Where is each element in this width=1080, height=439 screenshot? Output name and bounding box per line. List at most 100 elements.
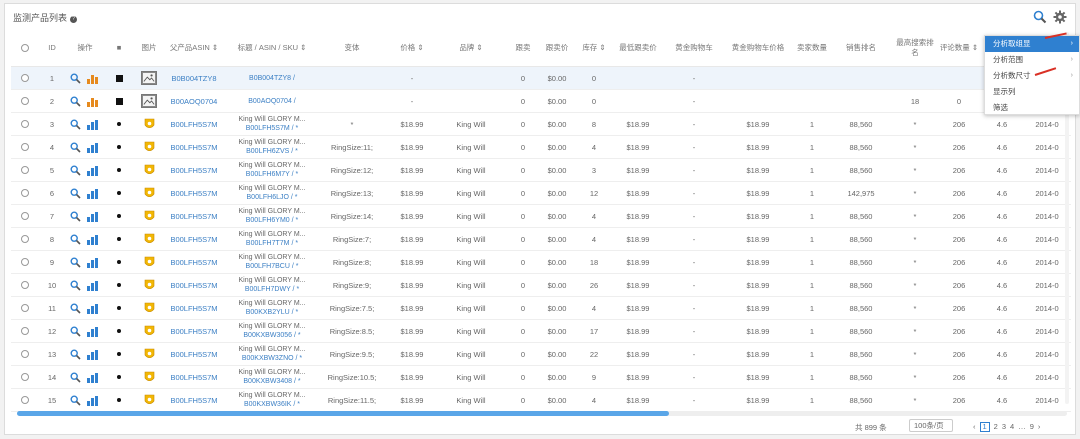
- magnifier-icon[interactable]: [70, 187, 81, 199]
- bar-chart-icon[interactable]: [87, 211, 100, 222]
- column-header-stock[interactable]: 库存 ⇕: [579, 30, 609, 66]
- cell-parent[interactable]: B00LFH5S7M: [161, 159, 227, 181]
- row-select-radio[interactable]: [21, 281, 29, 289]
- bar-chart-icon[interactable]: [87, 234, 100, 245]
- product-thumbnail-icon[interactable]: [144, 233, 155, 246]
- column-header-c3[interactable]: 最低跟卖价: [611, 30, 665, 66]
- dropdown-item[interactable]: 分析范围 ›: [985, 52, 1079, 68]
- table-row[interactable]: 14 B00LFH5S7M King Will GLORY M... B00KXBW3…: [11, 366, 1071, 389]
- magnifier-icon[interactable]: [70, 325, 81, 337]
- cell-parent[interactable]: B00LFH5S7M: [161, 136, 227, 158]
- product-thumbnail-icon[interactable]: [144, 348, 155, 361]
- magnifier-icon[interactable]: [70, 371, 81, 383]
- table-row[interactable]: 6 B00LFH5S7M King Will GLORY M... B00LFH6LJ…: [11, 182, 1071, 205]
- column-header-sel[interactable]: [15, 30, 35, 66]
- product-thumbnail-icon[interactable]: [144, 279, 155, 292]
- product-asin-link[interactable]: B00LFH6M7Y / *: [246, 170, 298, 179]
- product-asin-link[interactable]: B00LFH6LJO / *: [247, 193, 298, 202]
- product-asin-link[interactable]: B00LFH5S7M / *: [246, 124, 299, 133]
- bar-chart-icon[interactable]: [87, 142, 100, 153]
- table-row[interactable]: 3 B00LFH5S7M King Will GLORY M... B00LFH5S7…: [11, 113, 1071, 136]
- column-header-c6[interactable]: 卖家数量: [795, 30, 829, 66]
- bar-chart-icon[interactable]: [87, 280, 100, 291]
- cell-parent[interactable]: B00LFH5S7M: [161, 251, 227, 273]
- page-link[interactable]: ›: [1038, 422, 1041, 432]
- cell-parent[interactable]: B00LFH5S7M: [161, 182, 227, 204]
- column-header-c7[interactable]: 销售排名: [831, 30, 891, 66]
- row-select-radio[interactable]: [21, 235, 29, 243]
- product-thumbnail-icon[interactable]: [144, 164, 155, 177]
- product-asin-link[interactable]: B00KXBW36IK / *: [244, 400, 300, 409]
- row-select-radio[interactable]: [21, 97, 29, 105]
- dropdown-item[interactable]: 显示列: [985, 84, 1079, 100]
- magnifier-icon[interactable]: [70, 256, 81, 268]
- dropdown-item[interactable]: 分析数尺寸 ›: [985, 68, 1079, 84]
- cell-parent[interactable]: B0B004TZY8: [161, 67, 227, 89]
- row-select-radio[interactable]: [21, 120, 29, 128]
- product-asin-link[interactable]: B00LFH6ZVS / *: [246, 147, 298, 156]
- row-select-radio[interactable]: [21, 373, 29, 381]
- bar-chart-icon[interactable]: [87, 165, 100, 176]
- table-row[interactable]: 8 B00LFH5S7M King Will GLORY M... B00LFH7T7…: [11, 228, 1071, 251]
- column-header-brand[interactable]: 品牌 ⇕: [439, 30, 503, 66]
- product-thumbnail-icon[interactable]: [144, 118, 155, 131]
- column-header-c1[interactable]: 跟卖: [509, 30, 537, 66]
- magnifier-icon[interactable]: [70, 233, 81, 245]
- table-row[interactable]: 2 B00AOQ0704 B00AOQ0704 / - 0 $0.00 0 - 18 0: [11, 90, 1071, 113]
- search-icon[interactable]: [1033, 10, 1047, 24]
- gear-icon[interactable]: [1053, 10, 1067, 24]
- cell-parent[interactable]: B00AOQ0704: [161, 90, 227, 112]
- product-thumbnail-icon[interactable]: [144, 256, 155, 269]
- row-select-radio[interactable]: [21, 258, 29, 266]
- row-select-radio[interactable]: [21, 396, 29, 404]
- magnifier-icon[interactable]: [70, 210, 81, 222]
- row-select-radio[interactable]: [21, 327, 29, 335]
- page-link[interactable]: 1: [979, 422, 990, 432]
- bar-chart-icon[interactable]: [87, 188, 100, 199]
- cell-parent[interactable]: B00LFH5S7M: [161, 228, 227, 250]
- magnifier-icon[interactable]: [70, 348, 81, 360]
- bar-chart-icon[interactable]: [87, 372, 100, 383]
- column-header-img[interactable]: 图片: [135, 30, 163, 66]
- cell-parent[interactable]: B00LFH5S7M: [161, 343, 227, 365]
- column-header-c8[interactable]: 最高搜索排名: [895, 30, 935, 66]
- magnifier-icon[interactable]: [70, 164, 81, 176]
- product-asin-link[interactable]: B00KXBW3ZNO / *: [242, 354, 302, 363]
- column-header-ops[interactable]: 操作: [63, 30, 107, 66]
- row-select-radio[interactable]: [21, 350, 29, 358]
- page-link[interactable]: 3: [1002, 422, 1006, 432]
- bar-chart-icon[interactable]: [87, 326, 100, 337]
- table-row[interactable]: 9 B00LFH5S7M King Will GLORY M... B00LFH7BC…: [11, 251, 1071, 274]
- bar-chart-icon[interactable]: [87, 119, 100, 130]
- column-header-var[interactable]: 变体: [319, 30, 385, 66]
- product-thumbnail-icon[interactable]: [144, 187, 155, 200]
- magnifier-icon[interactable]: [70, 118, 81, 130]
- column-header-c4[interactable]: 黄金购物车: [667, 30, 721, 66]
- dropdown-item[interactable]: 分析取组显 ›: [985, 36, 1079, 52]
- page-link[interactable]: ‹: [973, 422, 976, 432]
- table-row[interactable]: 11 B00LFH5S7M King Will GLORY M... B00KXB2Y…: [11, 297, 1071, 320]
- table-row[interactable]: 12 B00LFH5S7M King Will GLORY M... B00KXBW3…: [11, 320, 1071, 343]
- product-asin-link[interactable]: B00KXBW3408 / *: [243, 377, 300, 386]
- product-asin-link[interactable]: B0B004TZY8 /: [249, 74, 295, 83]
- dropdown-item[interactable]: 筛选: [985, 100, 1079, 116]
- row-select-radio[interactable]: [21, 189, 29, 197]
- bar-chart-icon[interactable]: [87, 73, 100, 84]
- magnifier-icon[interactable]: [70, 302, 81, 314]
- page-link[interactable]: …: [1018, 422, 1026, 432]
- column-header-c5[interactable]: 黄金购物车价格: [723, 30, 793, 66]
- bar-chart-icon[interactable]: [87, 395, 100, 406]
- question-circle-icon[interactable]: ?: [70, 16, 78, 23]
- magnifier-icon[interactable]: [70, 394, 81, 406]
- bar-chart-icon[interactable]: [87, 96, 100, 107]
- cell-parent[interactable]: B00LFH5S7M: [161, 320, 227, 342]
- column-header-price[interactable]: 价格 ⇕: [391, 30, 433, 66]
- product-thumbnail-icon[interactable]: [144, 141, 155, 154]
- product-asin-link[interactable]: B00LFH7DWY / *: [245, 285, 299, 294]
- table-row[interactable]: 10 B00LFH5S7M King Will GLORY M... B00LFH7D…: [11, 274, 1071, 297]
- product-thumbnail-icon[interactable]: [144, 302, 155, 315]
- cell-parent[interactable]: B00LFH5S7M: [161, 366, 227, 388]
- column-header-title[interactable]: 标题 / ASIN / SKU ⇕: [229, 30, 315, 66]
- cell-parent[interactable]: B00LFH5S7M: [161, 205, 227, 227]
- table-row[interactable]: 7 B00LFH5S7M King Will GLORY M... B00LFH6YM…: [11, 205, 1071, 228]
